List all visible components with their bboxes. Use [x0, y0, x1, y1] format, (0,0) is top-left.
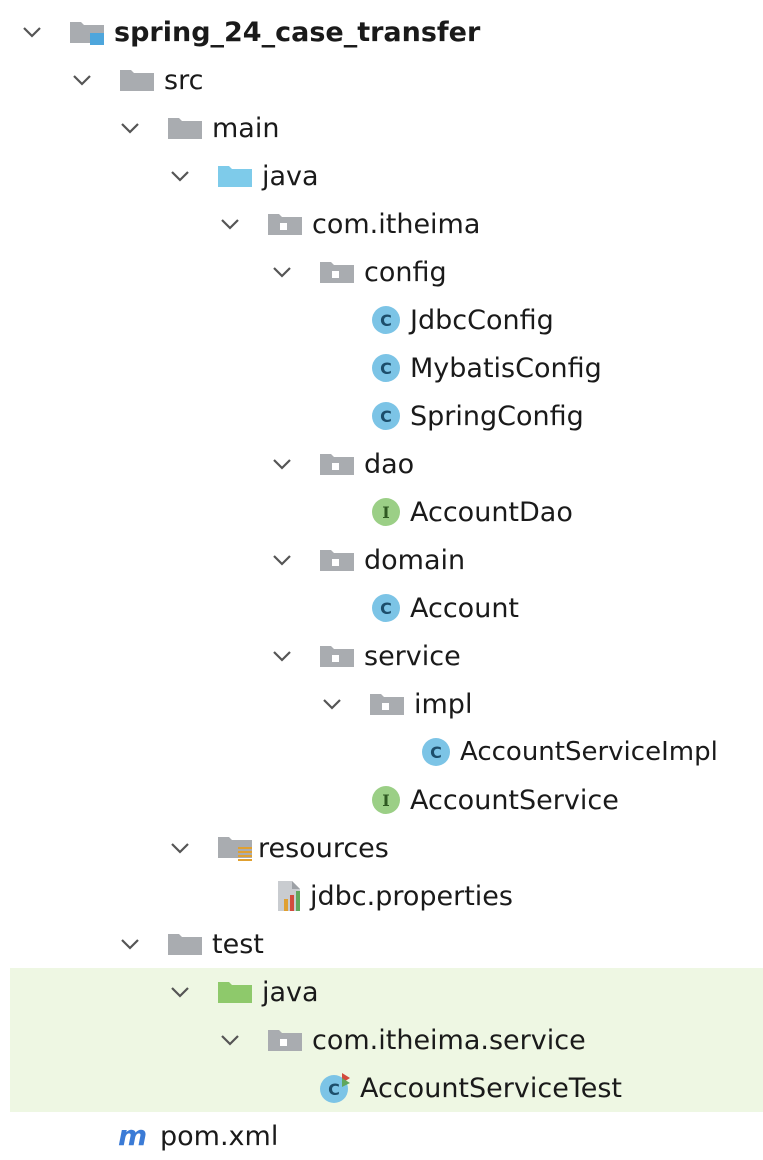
tree-label: dao	[364, 448, 415, 480]
source-root-folder-icon	[216, 163, 254, 189]
svg-text:I: I	[382, 791, 389, 810]
tree-label: src	[164, 64, 204, 96]
folder-icon	[118, 67, 156, 93]
tree-label: resources	[258, 832, 389, 864]
chevron-down-icon[interactable]	[168, 164, 192, 188]
tree-row-spring-config[interactable]: C SpringConfig	[0, 392, 763, 440]
tree-label: java	[262, 976, 319, 1008]
chevron-down-icon[interactable]	[70, 68, 94, 92]
class-icon: C	[370, 400, 402, 432]
tree-row-account-service-test[interactable]: C AccountServiceTest	[10, 1064, 763, 1112]
tree-row-mybatis-config[interactable]: C MybatisConfig	[0, 344, 763, 392]
tree-label: test	[212, 928, 264, 960]
tree-label: AccountService	[410, 784, 619, 816]
tree-row-jdbc-config[interactable]: C JdbcConfig	[0, 296, 763, 344]
svg-text:C: C	[380, 311, 392, 330]
tree-row-test-package[interactable]: com.itheima.service	[10, 1016, 763, 1064]
tree-row-root[interactable]: spring_24_case_transfer	[0, 8, 763, 56]
tree-row-src[interactable]: src	[0, 56, 763, 104]
tree-label: com.itheima.service	[312, 1024, 586, 1056]
tree-label: service	[364, 640, 461, 672]
tree-label: JdbcConfig	[410, 304, 554, 336]
tree-label: com.itheima	[312, 208, 481, 240]
svg-text:C: C	[380, 359, 392, 378]
chevron-down-icon[interactable]	[270, 452, 294, 476]
tree-row-service[interactable]: service	[0, 632, 763, 680]
project-tree: spring_24_case_transfer src main java co…	[0, 8, 763, 1160]
tree-row-jdbc-properties[interactable]: jdbc.properties	[0, 872, 763, 920]
chevron-down-icon[interactable]	[168, 836, 192, 860]
package-icon	[368, 691, 406, 717]
svg-text:m: m	[118, 1121, 147, 1151]
package-icon	[318, 547, 356, 573]
tree-label: impl	[414, 688, 473, 720]
chevron-down-icon[interactable]	[218, 1028, 242, 1052]
tree-row-com-itheima[interactable]: com.itheima	[0, 200, 763, 248]
tree-label: main	[212, 112, 280, 144]
tree-label: MybatisConfig	[410, 352, 602, 384]
resources-folder-icon	[216, 834, 254, 862]
chevron-down-icon[interactable]	[118, 932, 142, 956]
chevron-down-icon[interactable]	[270, 260, 294, 284]
tree-label: Account	[410, 592, 520, 624]
tree-row-main[interactable]: main	[0, 104, 763, 152]
tree-label: AccountDao	[410, 496, 573, 528]
chevron-down-icon[interactable]	[320, 692, 344, 716]
tree-label: AccountServiceTest	[360, 1072, 622, 1104]
tree-row-account-service-impl[interactable]: C AccountServiceImpl	[0, 728, 763, 776]
package-icon	[318, 259, 356, 285]
class-icon: C	[370, 352, 402, 384]
package-icon	[266, 211, 304, 237]
svg-text:C: C	[380, 599, 392, 618]
tree-row-account[interactable]: C Account	[0, 584, 763, 632]
folder-icon	[166, 115, 204, 141]
tree-label: pom.xml	[160, 1120, 279, 1152]
folder-icon	[166, 931, 204, 957]
chevron-down-icon[interactable]	[168, 980, 192, 1004]
tree-row-account-dao[interactable]: I AccountDao	[0, 488, 763, 536]
svg-text:C: C	[380, 407, 392, 426]
tree-label: jdbc.properties	[310, 880, 513, 912]
class-icon: C	[420, 736, 452, 768]
package-icon	[266, 1027, 304, 1053]
tree-label: spring_24_case_transfer	[114, 16, 481, 48]
svg-text:I: I	[382, 503, 389, 522]
tree-row-domain[interactable]: domain	[0, 536, 763, 584]
chevron-down-icon[interactable]	[118, 116, 142, 140]
tree-row-resources[interactable]: resources	[0, 824, 763, 872]
interface-icon: I	[370, 496, 402, 528]
tree-row-test[interactable]: test	[0, 920, 763, 968]
tree-row-config[interactable]: config	[0, 248, 763, 296]
chevron-down-icon[interactable]	[270, 548, 294, 572]
class-icon: C	[370, 304, 402, 336]
tree-row-main-java[interactable]: java	[0, 152, 763, 200]
tree-row-impl[interactable]: impl	[0, 680, 763, 728]
tree-row-test-java[interactable]: java	[10, 968, 763, 1016]
chevron-down-icon[interactable]	[218, 212, 242, 236]
tree-label: domain	[364, 544, 466, 576]
tree-row-dao[interactable]: dao	[0, 440, 763, 488]
tree-label: java	[262, 160, 319, 192]
package-icon	[318, 643, 356, 669]
maven-icon: m	[116, 1121, 150, 1151]
test-class-icon: C	[318, 1071, 352, 1105]
svg-text:C: C	[430, 743, 442, 762]
properties-file-icon	[272, 879, 306, 913]
tree-row-account-service[interactable]: I AccountService	[0, 776, 763, 824]
tree-label: AccountServiceImpl	[460, 737, 718, 767]
tree-label: config	[364, 256, 447, 288]
interface-icon: I	[370, 784, 402, 816]
module-folder-icon	[68, 18, 106, 46]
class-icon: C	[370, 592, 402, 624]
tree-label: SpringConfig	[410, 400, 584, 432]
package-icon	[318, 451, 356, 477]
chevron-down-icon[interactable]	[20, 20, 44, 44]
test-root-folder-icon	[216, 979, 254, 1005]
chevron-down-icon[interactable]	[270, 644, 294, 668]
svg-text:C: C	[328, 1080, 340, 1099]
